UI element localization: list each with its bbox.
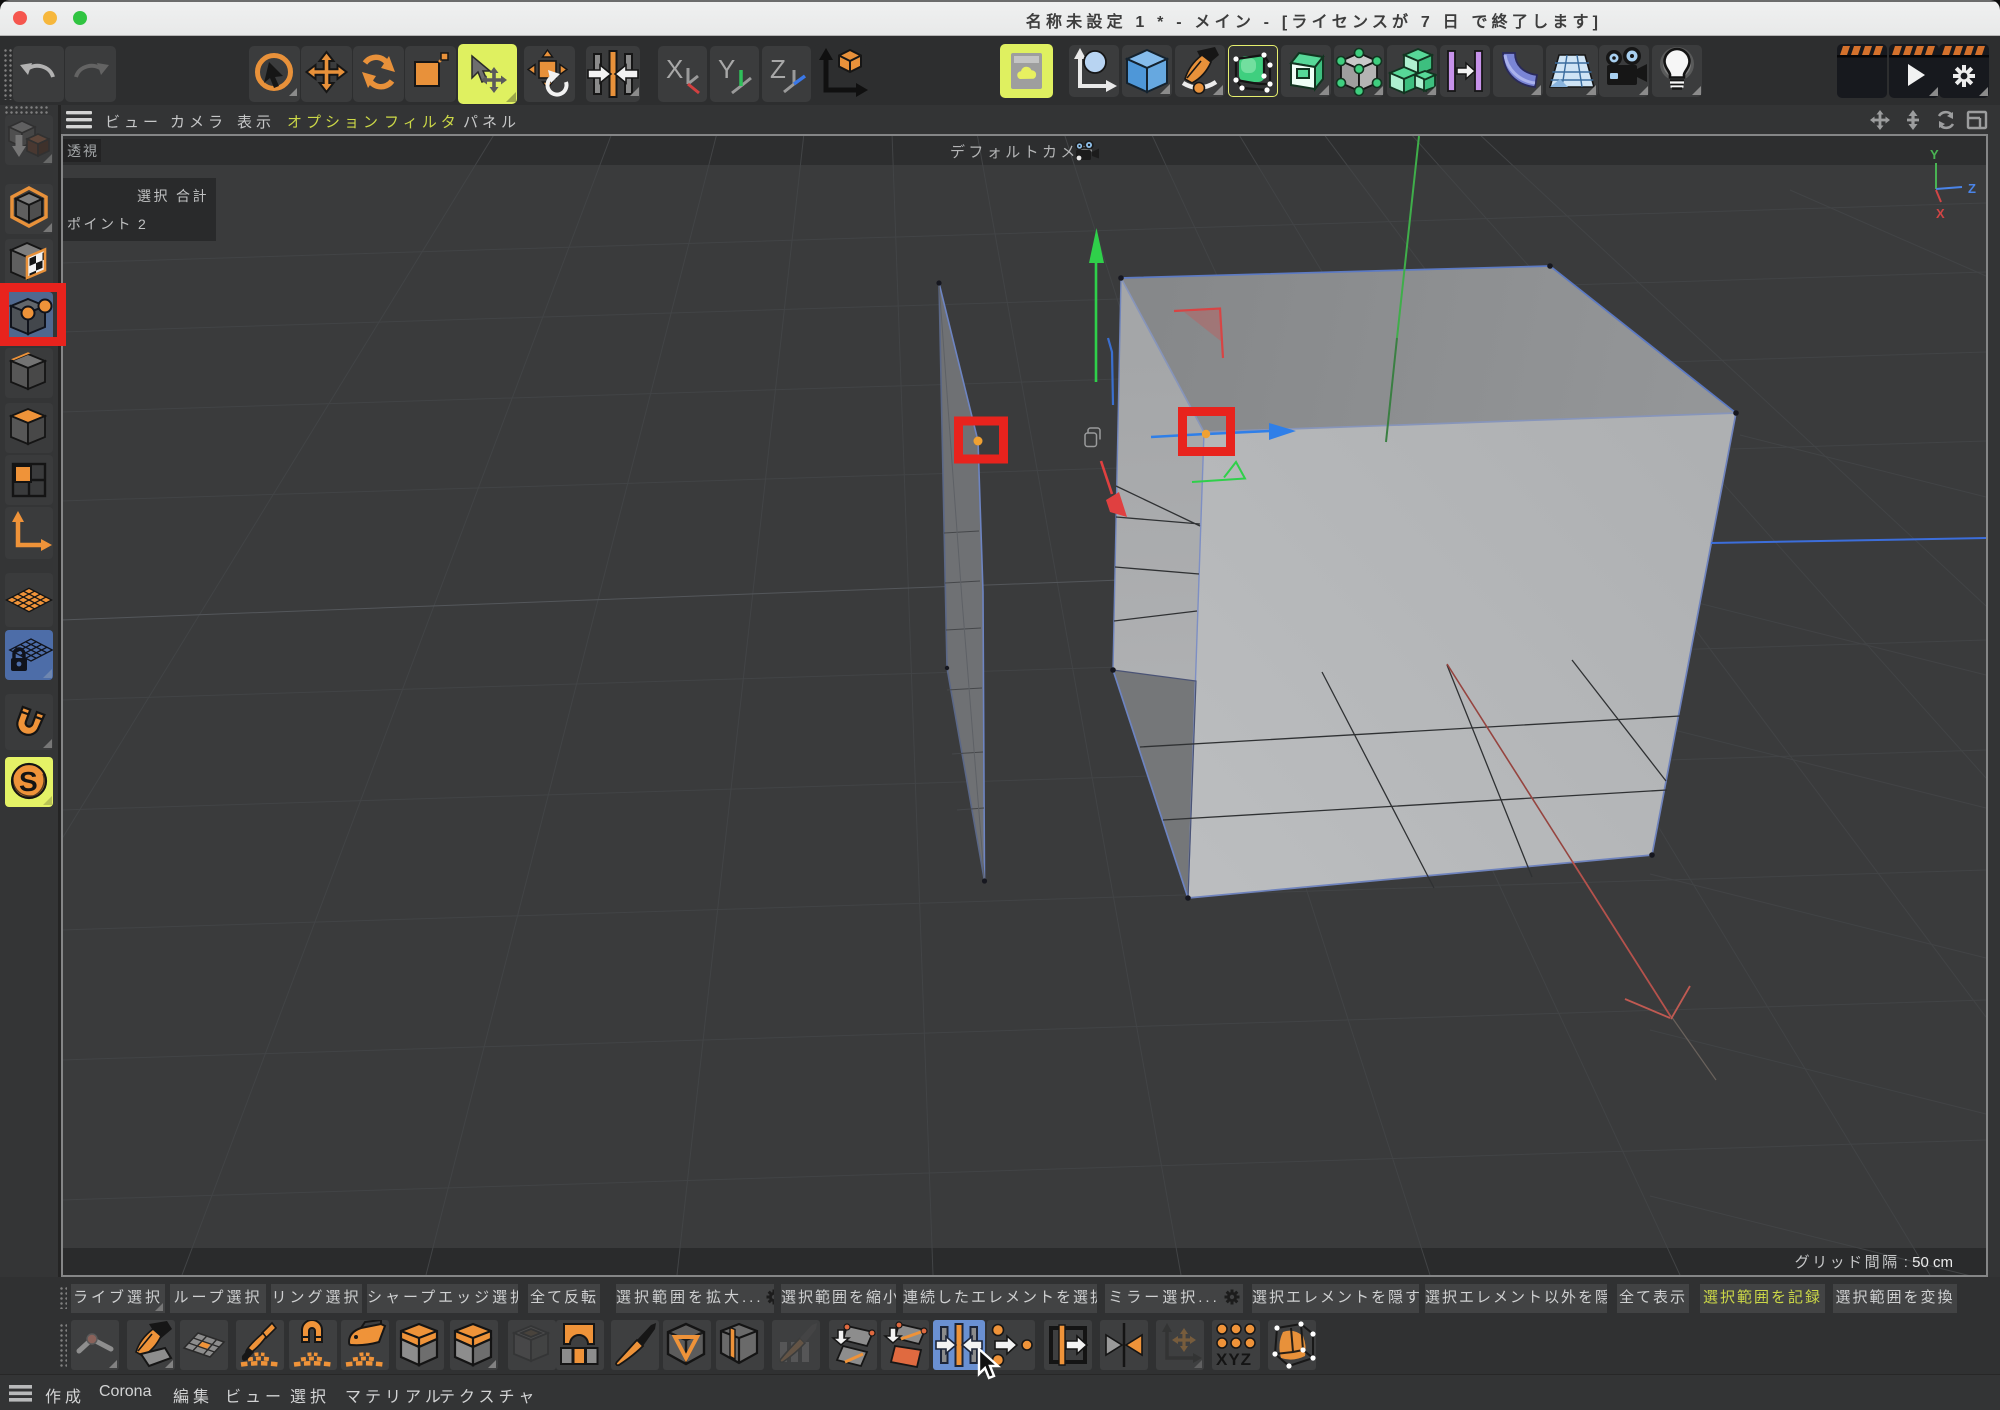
svg-text:X: X <box>1936 206 1945 221</box>
svg-text:デフォルトカメラ: デフォルトカメラ <box>950 143 1097 161</box>
svg-text:選択: 選択 <box>137 188 170 204</box>
svg-text:X: X <box>666 54 683 84</box>
svg-text:S: S <box>19 766 38 797</box>
svg-text:Z: Z <box>1968 181 1976 196</box>
svg-text:透視: 透視 <box>67 143 99 159</box>
svg-text:ポイント: ポイント <box>67 216 133 232</box>
svg-text:Z: Z <box>770 54 786 84</box>
svg-text:2: 2 <box>138 216 146 232</box>
svg-text:Y: Y <box>1930 147 1939 162</box>
svg-text:合計: 合計 <box>176 188 209 204</box>
svg-text:XYZ: XYZ <box>1216 1350 1252 1369</box>
svg-text:Y: Y <box>718 54 735 84</box>
svg-text:グリッド間隔 : 50 cm: グリッド間隔 : 50 cm <box>1795 1254 1953 1271</box>
